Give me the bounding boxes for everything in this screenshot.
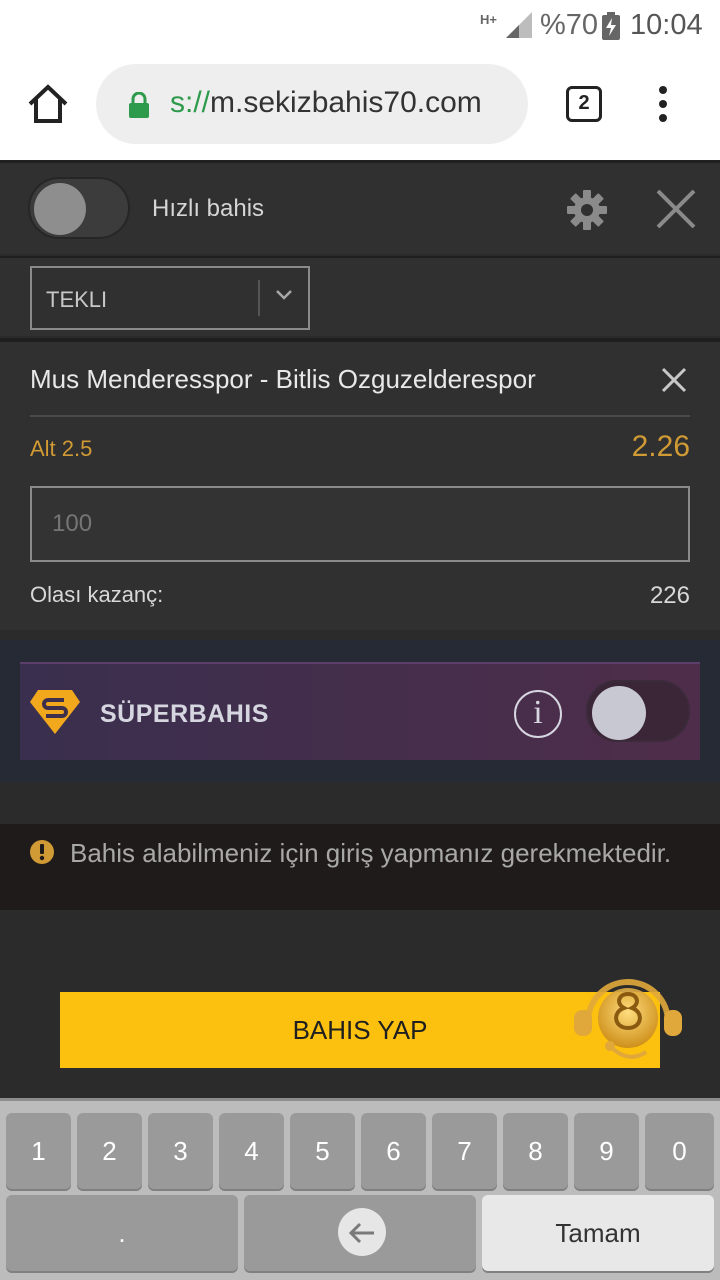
key-0[interactable]: 0 bbox=[645, 1113, 714, 1189]
quick-bet-toggle[interactable] bbox=[28, 177, 130, 239]
status-bar: H+ %70 10:04 bbox=[0, 0, 720, 52]
info-icon[interactable]: i bbox=[514, 690, 562, 738]
stake-input[interactable] bbox=[30, 486, 690, 562]
toggle-knob bbox=[592, 686, 646, 740]
key-6[interactable]: 6 bbox=[361, 1113, 426, 1189]
odds-value: 2.26 bbox=[631, 430, 690, 463]
key-2[interactable]: 2 bbox=[77, 1113, 142, 1189]
done-key[interactable]: Tamam bbox=[482, 1195, 714, 1271]
key-3[interactable]: 3 bbox=[148, 1113, 213, 1189]
key-7[interactable]: 7 bbox=[432, 1113, 497, 1189]
potential-win-value: 226 bbox=[649, 582, 690, 609]
tab-switcher-button[interactable]: 2 bbox=[566, 86, 602, 122]
superbahis-logo-icon bbox=[30, 690, 80, 734]
bet-type-select[interactable]: TEKLI bbox=[30, 266, 310, 330]
superbahis-label: SÜPERBAHIS bbox=[100, 700, 269, 728]
home-icon[interactable] bbox=[26, 82, 70, 126]
key-dot[interactable]: . bbox=[6, 1195, 238, 1271]
potential-win-label: Olası kazanç: bbox=[30, 582, 164, 607]
warning-icon bbox=[30, 840, 54, 864]
backspace-key[interactable] bbox=[244, 1195, 476, 1271]
browser-toolbar: s://m.sekizbahis70.com 2 bbox=[0, 52, 720, 160]
clock: 10:04 bbox=[630, 9, 703, 41]
remove-selection-icon[interactable] bbox=[660, 366, 688, 394]
browser-menu-icon[interactable] bbox=[656, 86, 670, 126]
key-9[interactable]: 9 bbox=[574, 1113, 639, 1189]
numeric-keyboard: 1 2 3 4 5 6 7 8 9 0 . Tamam bbox=[0, 1098, 720, 1280]
key-8[interactable]: 8 bbox=[503, 1113, 568, 1189]
close-icon[interactable] bbox=[654, 187, 698, 231]
superbahis-section: SÜPERBAHIS i bbox=[0, 640, 720, 782]
bet-type-value: TEKLI bbox=[46, 287, 108, 312]
match-title: Mus Menderesspor - Bitlis Ozguzelderespo… bbox=[30, 364, 536, 394]
signal-icon bbox=[506, 12, 532, 38]
key-1[interactable]: 1 bbox=[6, 1113, 71, 1189]
battery-level: %70 bbox=[540, 9, 599, 41]
bet-slip-header: Hızlı bahis bbox=[0, 160, 720, 254]
battery-charging-icon bbox=[602, 12, 620, 40]
url-text: s://m.sekizbahis70.com bbox=[170, 86, 482, 120]
url-scheme: s:// bbox=[170, 86, 211, 119]
gear-icon[interactable] bbox=[566, 189, 608, 231]
quick-bet-label: Hızlı bahis bbox=[152, 195, 265, 222]
superbahis-bar: SÜPERBAHIS i bbox=[20, 662, 700, 760]
chevron-down-icon bbox=[276, 290, 292, 300]
select-divider bbox=[258, 280, 260, 316]
key-5[interactable]: 5 bbox=[290, 1113, 355, 1189]
lock-icon bbox=[129, 92, 149, 118]
warning-text: Bahis alabilmeniz için giriş yapmanız ge… bbox=[70, 838, 672, 868]
bet-selection-card: Mus Menderesspor - Bitlis Ozguzelderespo… bbox=[0, 338, 720, 630]
bet-type-row: TEKLI bbox=[0, 256, 720, 336]
url-host: m.sekizbahis70.com bbox=[210, 86, 482, 119]
divider bbox=[30, 415, 690, 417]
key-4[interactable]: 4 bbox=[219, 1113, 284, 1189]
address-bar[interactable]: s://m.sekizbahis70.com bbox=[96, 64, 528, 144]
live-support-icon[interactable] bbox=[570, 966, 686, 1070]
market-label: Alt 2.5 bbox=[30, 436, 93, 461]
network-type: H+ bbox=[480, 12, 497, 27]
superbahis-toggle[interactable] bbox=[586, 680, 690, 742]
backspace-arrow-icon bbox=[348, 1222, 374, 1244]
toggle-knob bbox=[34, 183, 86, 235]
login-warning: Bahis alabilmeniz için giriş yapmanız ge… bbox=[0, 824, 720, 910]
